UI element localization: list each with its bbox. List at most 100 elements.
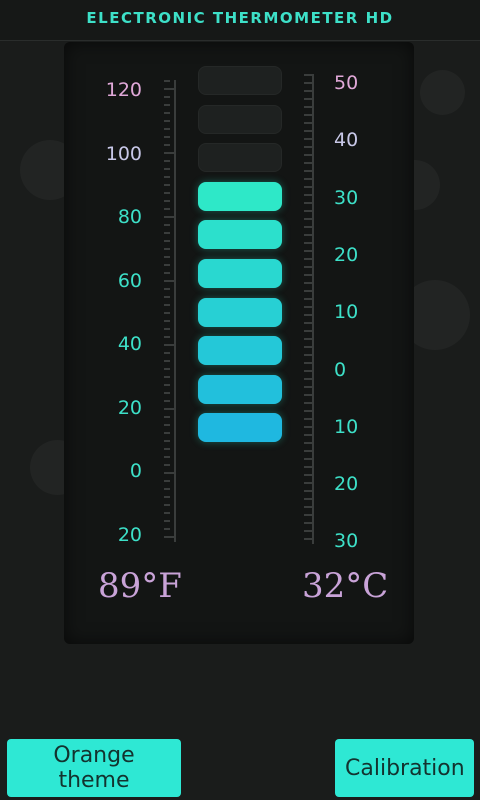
celsius-tick-mark bbox=[304, 538, 312, 540]
celsius-tick-mark bbox=[304, 434, 312, 436]
celsius-tick-mark bbox=[304, 530, 312, 532]
fahrenheit-reading: 89°F bbox=[98, 566, 182, 606]
fahrenheit-tick-mark bbox=[164, 448, 170, 450]
celsius-tick-mark bbox=[304, 114, 312, 116]
fahrenheit-tick-mark bbox=[164, 432, 170, 434]
fahrenheit-tick-label: 120 bbox=[105, 79, 142, 101]
celsius-tick-label: 10 bbox=[334, 415, 359, 438]
celsius-tick-label: 0 bbox=[334, 358, 347, 381]
celsius-tick-mark bbox=[304, 194, 312, 196]
celsius-scale: 50 40 30 20 10 0 10 20 30 bbox=[300, 70, 380, 553]
fahrenheit-tick-mark bbox=[164, 144, 170, 146]
celsius-tick-mark bbox=[304, 346, 312, 348]
fahrenheit-tick-mark bbox=[164, 488, 170, 490]
celsius-tick-mark bbox=[304, 122, 312, 124]
celsius-tick-mark bbox=[304, 290, 312, 292]
fahrenheit-tick-mark bbox=[164, 256, 170, 258]
fahrenheit-tick-label: 80 bbox=[117, 206, 142, 228]
fahrenheit-tick-label: 60 bbox=[117, 269, 142, 292]
fahrenheit-tick-mark bbox=[164, 136, 170, 138]
celsius-tick-mark bbox=[304, 442, 312, 444]
fahrenheit-tick-mark bbox=[164, 264, 170, 266]
celsius-tick-mark bbox=[304, 410, 312, 412]
fahrenheit-tick-mark bbox=[164, 528, 170, 530]
celsius-tick-mark bbox=[304, 170, 312, 172]
thermometer-segment bbox=[198, 297, 282, 327]
fahrenheit-tick-label: 20 bbox=[117, 523, 142, 546]
celsius-tick-mark bbox=[304, 146, 312, 148]
celsius-tick-mark bbox=[304, 90, 312, 92]
fahrenheit-tick-mark bbox=[164, 400, 170, 402]
celsius-tick-mark bbox=[304, 370, 312, 372]
thermometer-segment bbox=[198, 143, 282, 173]
celsius-tick-mark bbox=[304, 98, 312, 100]
fahrenheit-tick-mark bbox=[164, 296, 170, 298]
app-title: ELECTRONIC THERMOMETER HD bbox=[86, 9, 394, 27]
fahrenheit-tick-mark bbox=[164, 376, 170, 378]
celsius-tick-label: 20 bbox=[334, 243, 359, 266]
celsius-tick-mark bbox=[304, 498, 312, 500]
fahrenheit-tick-mark bbox=[164, 88, 174, 90]
celsius-reading: 32°C bbox=[302, 566, 389, 606]
fahrenheit-tick-mark bbox=[164, 384, 170, 386]
celsius-tick-mark bbox=[304, 106, 312, 108]
celsius-tick-mark bbox=[304, 338, 312, 340]
fahrenheit-tick-mark bbox=[164, 408, 174, 410]
celsius-tick-mark bbox=[304, 130, 312, 132]
fahrenheit-tick-label: 40 bbox=[117, 333, 142, 355]
celsius-tick-mark bbox=[304, 306, 312, 308]
celsius-tick-mark bbox=[304, 450, 312, 452]
celsius-tick-label: 40 bbox=[334, 129, 359, 152]
fahrenheit-tick-label: 100 bbox=[105, 142, 142, 165]
fahrenheit-rail bbox=[174, 80, 176, 542]
fahrenheit-tick-mark bbox=[164, 192, 170, 194]
celsius-tick-mark bbox=[304, 426, 312, 428]
celsius-tick-mark bbox=[304, 490, 312, 492]
celsius-tick-label: 20 bbox=[334, 473, 359, 496]
orange-theme-button[interactable]: Orange theme bbox=[7, 739, 181, 797]
celsius-tick-mark bbox=[304, 298, 312, 300]
celsius-tick-mark bbox=[304, 162, 312, 164]
thermometer-segment bbox=[198, 104, 282, 134]
thermometer-segment bbox=[198, 220, 282, 250]
thermometer-segment bbox=[198, 336, 282, 366]
fahrenheit-tick-mark bbox=[164, 184, 170, 186]
celsius-tick-mark bbox=[304, 266, 312, 268]
celsius-tick-mark bbox=[304, 154, 312, 156]
fahrenheit-tick-mark bbox=[164, 224, 170, 226]
celsius-tick-mark bbox=[304, 362, 312, 364]
fahrenheit-tick-mark bbox=[164, 240, 170, 242]
celsius-tick-mark bbox=[304, 514, 312, 516]
fahrenheit-tick-mark bbox=[164, 328, 170, 330]
fahrenheit-tick-mark bbox=[164, 176, 170, 178]
thermometer-segment bbox=[198, 413, 282, 443]
fahrenheit-tick-mark bbox=[164, 352, 170, 354]
celsius-tick-mark bbox=[304, 506, 312, 508]
fahrenheit-tick-mark bbox=[164, 504, 170, 506]
fahrenheit-tick-mark bbox=[164, 312, 170, 314]
fahrenheit-tick-mark bbox=[164, 416, 170, 418]
celsius-tick-mark bbox=[304, 474, 312, 476]
fahrenheit-tick-mark bbox=[164, 168, 170, 170]
thermometer-segment bbox=[198, 66, 282, 95]
fahrenheit-tick-mark bbox=[164, 320, 170, 322]
celsius-tick-label: 30 bbox=[334, 186, 359, 209]
fahrenheit-tick-mark bbox=[164, 456, 170, 458]
calibration-button[interactable]: Calibration bbox=[335, 739, 474, 797]
celsius-rail bbox=[312, 74, 314, 544]
fahrenheit-tick-mark bbox=[164, 344, 174, 346]
celsius-tick-mark bbox=[304, 226, 312, 228]
celsius-tick-label: 30 bbox=[334, 530, 359, 553]
celsius-tick-mark bbox=[304, 522, 312, 524]
fahrenheit-tick-mark bbox=[164, 480, 170, 482]
fahrenheit-tick-mark bbox=[164, 96, 170, 98]
fahrenheit-tick-mark bbox=[164, 424, 170, 426]
celsius-tick-mark bbox=[304, 482, 312, 484]
celsius-tick-mark bbox=[304, 386, 312, 388]
fahrenheit-scale: 120 100 80 60 40 20 0 20 bbox=[100, 80, 180, 550]
celsius-tick-mark bbox=[304, 466, 312, 468]
fahrenheit-tick-mark bbox=[164, 80, 170, 82]
fahrenheit-tick-mark bbox=[164, 216, 174, 218]
celsius-tick-mark bbox=[304, 394, 312, 396]
celsius-tick-mark bbox=[304, 330, 312, 332]
